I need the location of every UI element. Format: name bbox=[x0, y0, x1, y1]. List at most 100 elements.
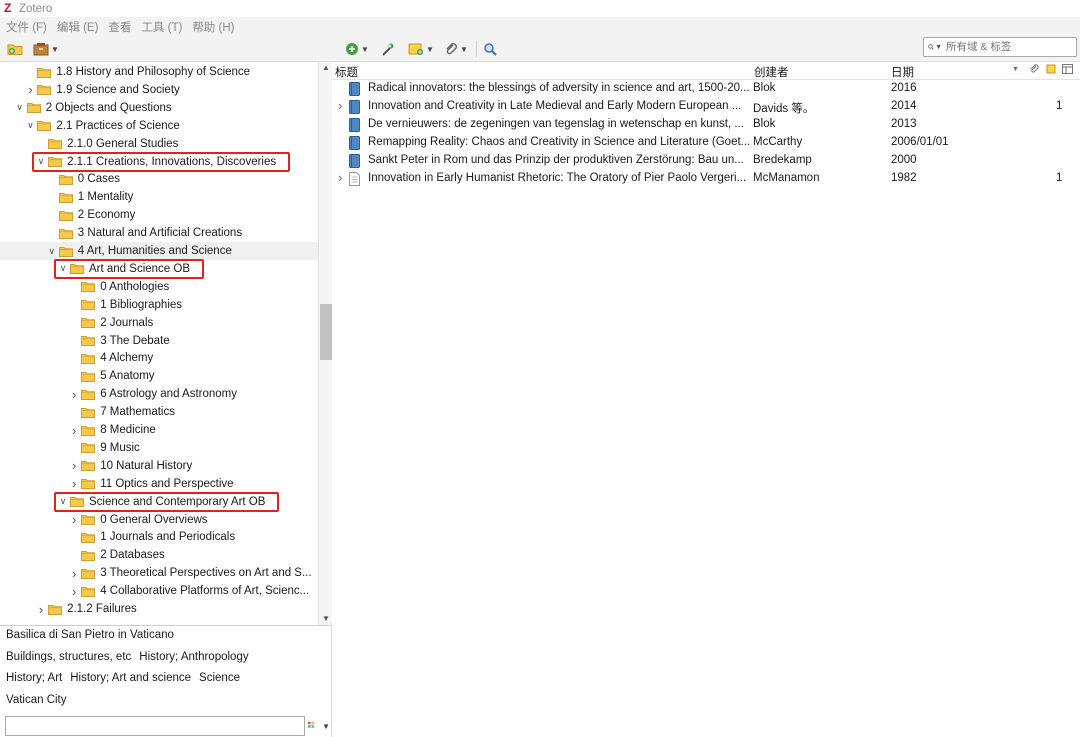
item-row[interactable]: › Innovation and Creativity in Late Medie… bbox=[333, 98, 1080, 116]
item-row[interactable]: Radical innovators: the blessings of adv… bbox=[333, 80, 1080, 98]
menu-tools[interactable]: 工具 (T) bbox=[141, 19, 182, 35]
tag[interactable]: Vatican City bbox=[6, 694, 67, 706]
new-note-button[interactable]: ▼ bbox=[408, 40, 434, 58]
item-title: Radical innovators: the blessings of adv… bbox=[368, 82, 750, 94]
menu-file[interactable]: 文件 (F) bbox=[6, 19, 47, 35]
collection-row[interactable]: 1 Bibliographies bbox=[69, 296, 182, 314]
journal-article-icon bbox=[349, 172, 360, 189]
collection-row[interactable]: ∨ 2.1.1 Creations, Innovations, Discoveri… bbox=[36, 153, 276, 171]
collection-row[interactable]: › 0 General Overviews bbox=[69, 511, 208, 529]
collection-row[interactable]: 2 Economy bbox=[47, 206, 135, 224]
collection-row[interactable]: ∨ 2.1 Practices of Science bbox=[25, 117, 180, 135]
column-notes[interactable] bbox=[1046, 64, 1056, 77]
collection-row[interactable]: 2 Databases bbox=[69, 546, 165, 564]
search-icon[interactable]: ▼ bbox=[928, 42, 942, 52]
collection-row[interactable]: › 1.9 Science and Society bbox=[25, 81, 180, 99]
folder-icon bbox=[58, 174, 73, 185]
collection-row[interactable]: 0 Cases bbox=[47, 170, 120, 188]
collection-row[interactable]: ∨ 2 Objects and Questions bbox=[15, 99, 171, 117]
column-title[interactable]: 标题 bbox=[335, 64, 358, 80]
collection-row[interactable]: 7 Mathematics bbox=[69, 403, 175, 421]
collection-tree-scrollbar[interactable]: ▲ ▼ bbox=[318, 62, 332, 625]
collection-row[interactable]: 1 Mentality bbox=[47, 188, 133, 206]
chevron-right-icon[interactable]: › bbox=[69, 457, 79, 475]
item-row[interactable]: › Innovation in Early Humanist Rhetoric: … bbox=[333, 170, 1080, 188]
collection-row[interactable]: 2.1.0 General Studies bbox=[36, 135, 178, 153]
item-title: Sankt Peter in Rom und das Prinzip der p… bbox=[368, 154, 744, 166]
chevron-down-icon[interactable]: ∨ bbox=[36, 153, 46, 171]
add-by-identifier-button[interactable] bbox=[380, 40, 395, 58]
collection-row[interactable]: 0 Anthologies bbox=[69, 278, 169, 296]
chevron-right-icon[interactable]: › bbox=[69, 564, 79, 582]
collection-row[interactable]: › 3 Theoretical Perspectives on Art and S… bbox=[69, 564, 312, 582]
column-creator[interactable]: 创建者 bbox=[754, 64, 789, 80]
item-row[interactable]: De vernieuwers: de zegeningen van tegens… bbox=[333, 116, 1080, 134]
new-item-button[interactable]: ▼ bbox=[345, 40, 369, 58]
collection-row[interactable]: › 11 Optics and Perspective bbox=[69, 475, 234, 493]
collection-row[interactable]: 1 Journals and Periodicals bbox=[69, 528, 235, 546]
column-picker-button[interactable] bbox=[1062, 64, 1073, 77]
chevron-right-icon[interactable]: › bbox=[69, 511, 79, 529]
chevron-down-icon[interactable]: ∨ bbox=[25, 117, 35, 135]
scroll-down-icon[interactable]: ▼ bbox=[319, 613, 333, 625]
collection-row[interactable]: 3 The Debate bbox=[69, 332, 170, 350]
chevron-down-icon[interactable]: ∨ bbox=[58, 493, 68, 511]
chevron-right-icon[interactable]: › bbox=[69, 582, 79, 600]
tag[interactable]: Buildings, structures, etc bbox=[6, 651, 131, 663]
collection-row[interactable]: ∨ 4 Art, Humanities and Science bbox=[0, 242, 318, 260]
folder-icon bbox=[37, 67, 52, 78]
collection-row[interactable]: › 2.1.2 Failures bbox=[36, 600, 137, 618]
tag[interactable]: Basilica di San Pietro in Vaticano bbox=[6, 629, 174, 641]
chevron-right-icon[interactable]: › bbox=[69, 385, 79, 403]
collection-row[interactable]: 2 Journals bbox=[69, 314, 153, 332]
menu-help[interactable]: 帮助 (H) bbox=[192, 19, 234, 35]
item-row[interactable]: Sankt Peter in Rom und das Prinzip der p… bbox=[333, 152, 1080, 170]
chevron-right-icon[interactable]: › bbox=[338, 170, 342, 185]
collection-row[interactable]: 5 Anatomy bbox=[69, 367, 155, 385]
menu-view[interactable]: 查看 bbox=[108, 19, 131, 35]
chevron-right-icon[interactable]: › bbox=[338, 98, 342, 113]
menu-edit[interactable]: 编辑 (E) bbox=[57, 19, 99, 35]
item-title: De vernieuwers: de zegeningen van tegens… bbox=[368, 118, 744, 130]
tag-filter-input[interactable] bbox=[5, 716, 305, 736]
new-collection-button[interactable] bbox=[7, 40, 24, 58]
collection-row[interactable]: › 6 Astrology and Astronomy bbox=[69, 385, 237, 403]
collection-row[interactable]: 3 Natural and Artificial Creations bbox=[47, 224, 242, 242]
scroll-thumb[interactable] bbox=[320, 304, 332, 360]
items-column-header: 标题 创建者 日期 ▼ bbox=[333, 62, 1080, 80]
search-input[interactable] bbox=[946, 41, 1066, 53]
collection-row[interactable]: ∨ Science and Contemporary Art OB bbox=[58, 493, 266, 511]
collection-row[interactable]: › 4 Collaborative Platforms of Art, Scien… bbox=[69, 582, 309, 600]
chevron-right-icon[interactable]: › bbox=[25, 81, 35, 99]
item-creator: McManamon bbox=[753, 172, 820, 184]
scroll-up-icon[interactable]: ▲ bbox=[319, 62, 333, 74]
chevron-down-icon[interactable]: ∨ bbox=[58, 260, 68, 278]
item-row[interactable]: Remapping Reality: Chaos and Creativity … bbox=[333, 134, 1080, 152]
collection-row[interactable]: ∨ Art and Science OB bbox=[58, 260, 190, 278]
advanced-search-button[interactable] bbox=[483, 40, 497, 58]
tag[interactable]: Science bbox=[199, 672, 240, 684]
sort-indicator-icon[interactable]: ▼ bbox=[1012, 66, 1019, 73]
chevron-right-icon[interactable]: › bbox=[69, 421, 79, 439]
add-attachment-button[interactable]: ▼ bbox=[444, 40, 468, 58]
chevron-down-icon: ▼ bbox=[426, 44, 434, 54]
tag-actions-button[interactable]: ▼ bbox=[308, 718, 330, 734]
chevron-down-icon[interactable]: ∨ bbox=[47, 242, 57, 260]
tag[interactable]: History; Art bbox=[6, 672, 62, 684]
tag[interactable]: History; Art and science bbox=[70, 672, 191, 684]
collection-row[interactable]: 4 Alchemy bbox=[69, 349, 153, 367]
chevron-right-icon[interactable]: › bbox=[69, 475, 79, 493]
tag[interactable]: History; Anthropology bbox=[139, 651, 248, 663]
collection-row[interactable]: › 10 Natural History bbox=[69, 457, 192, 475]
column-date[interactable]: 日期 bbox=[891, 64, 914, 80]
collection-row[interactable]: 9 Music bbox=[69, 439, 140, 457]
new-library-button[interactable]: ▼ bbox=[33, 40, 59, 58]
collection-row[interactable]: 1.8 History and Philosophy of Science bbox=[25, 63, 250, 81]
column-attachments[interactable] bbox=[1029, 64, 1039, 78]
column-picker-icon bbox=[1062, 64, 1073, 74]
collection-row[interactable]: › 8 Medicine bbox=[69, 421, 156, 439]
chevron-down-icon[interactable]: ∨ bbox=[15, 99, 25, 117]
chevron-right-icon[interactable]: › bbox=[36, 600, 46, 618]
search-box[interactable]: ▼ bbox=[923, 37, 1077, 57]
